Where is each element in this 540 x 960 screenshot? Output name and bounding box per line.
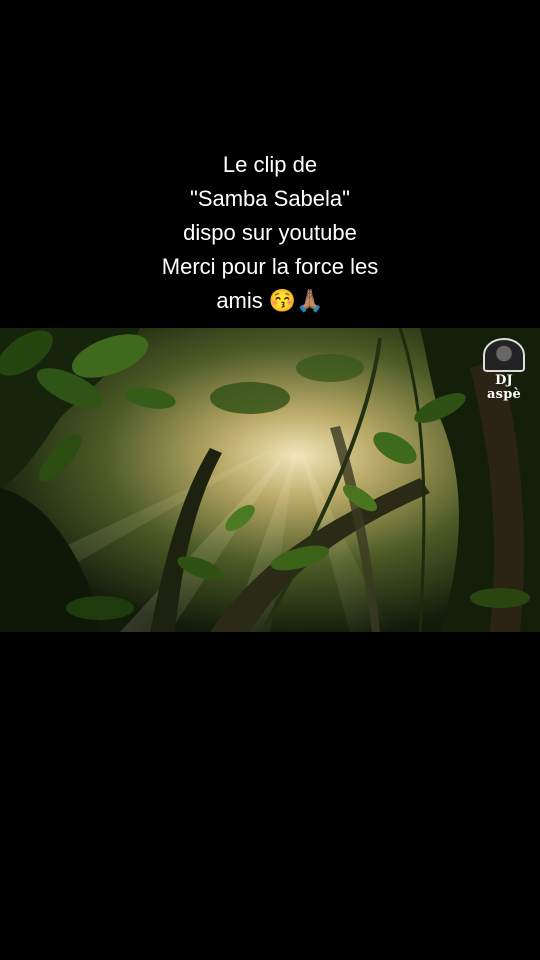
- caption-line-3: dispo sur youtube: [183, 220, 357, 245]
- video-caption: Le clip de "Samba Sabela" dispo sur yout…: [0, 148, 540, 318]
- caption-line-5: amis 😚🙏🏽: [216, 288, 324, 313]
- caption-line-2: "Samba Sabela": [190, 186, 350, 211]
- video-player[interactable]: [0, 328, 540, 632]
- watermark-text: DJ aspè: [487, 373, 521, 402]
- dj-aspe-watermark: DJ aspè: [476, 338, 532, 402]
- caption-line-4: Merci pour la force les: [161, 254, 379, 279]
- jungle-scene: [0, 328, 540, 632]
- lion-head-icon: [483, 338, 525, 372]
- caption-line-1: Le clip de: [222, 152, 318, 177]
